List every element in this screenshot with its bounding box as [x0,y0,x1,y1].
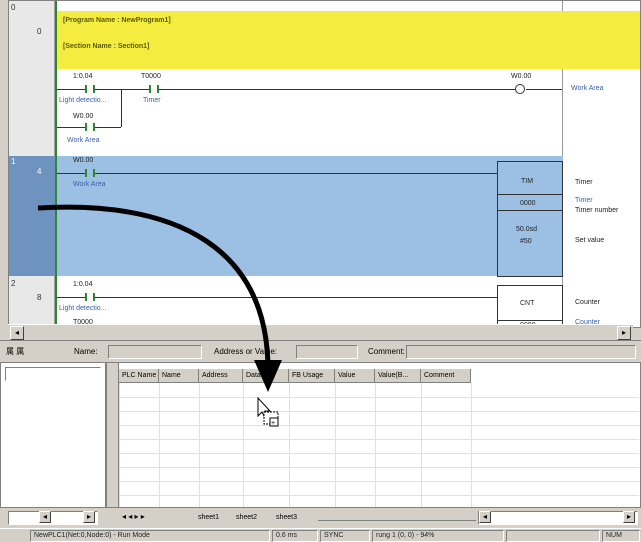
status-sync: SYNC [320,530,370,542]
scroll-left-icon[interactable]: ◂ [479,511,491,523]
scroll-right-icon[interactable]: ▸ [623,511,635,523]
status-num-lock: NUM [602,530,640,542]
status-cycle-time: 0.6 ms [272,530,318,542]
tab-sheet2[interactable]: sheet2 [236,514,257,521]
tab-sheet1[interactable]: sheet1 [198,514,219,521]
tab-strip-line [318,520,476,521]
tab-sheet3[interactable]: sheet3 [276,514,297,521]
status-bar: NewPLC1(Net:0,Node:0) - Run Mode 0.6 ms … [0,528,641,542]
scroll-right-icon[interactable]: ▸ [83,511,95,523]
left-pane-scrollbar[interactable]: ◂ ▸ [8,511,98,525]
bottom-scroll-bar: ◂ ▸ ◂ ◂ ▸ ▸ sheet1 sheet2 sheet3 ◂ ▸ [0,508,641,528]
grid-horizontal-scrollbar[interactable]: ◂ ▸ [478,511,638,525]
svg-text:+: + [271,420,275,427]
drag-copy-cursor-icon: + [257,396,279,427]
drag-arrow-icon: + [37,204,282,427]
status-empty [506,530,600,542]
status-plc-mode: NewPLC1(Net:0,Node:0) - Run Mode [30,530,270,542]
sheet-navigation-icons[interactable]: ◂ ◂ ▸ ▸ [122,512,145,521]
scroll-left-icon[interactable]: ◂ [39,511,51,523]
status-rung-position: rung 1 (0, 0) - 94% [372,530,504,542]
